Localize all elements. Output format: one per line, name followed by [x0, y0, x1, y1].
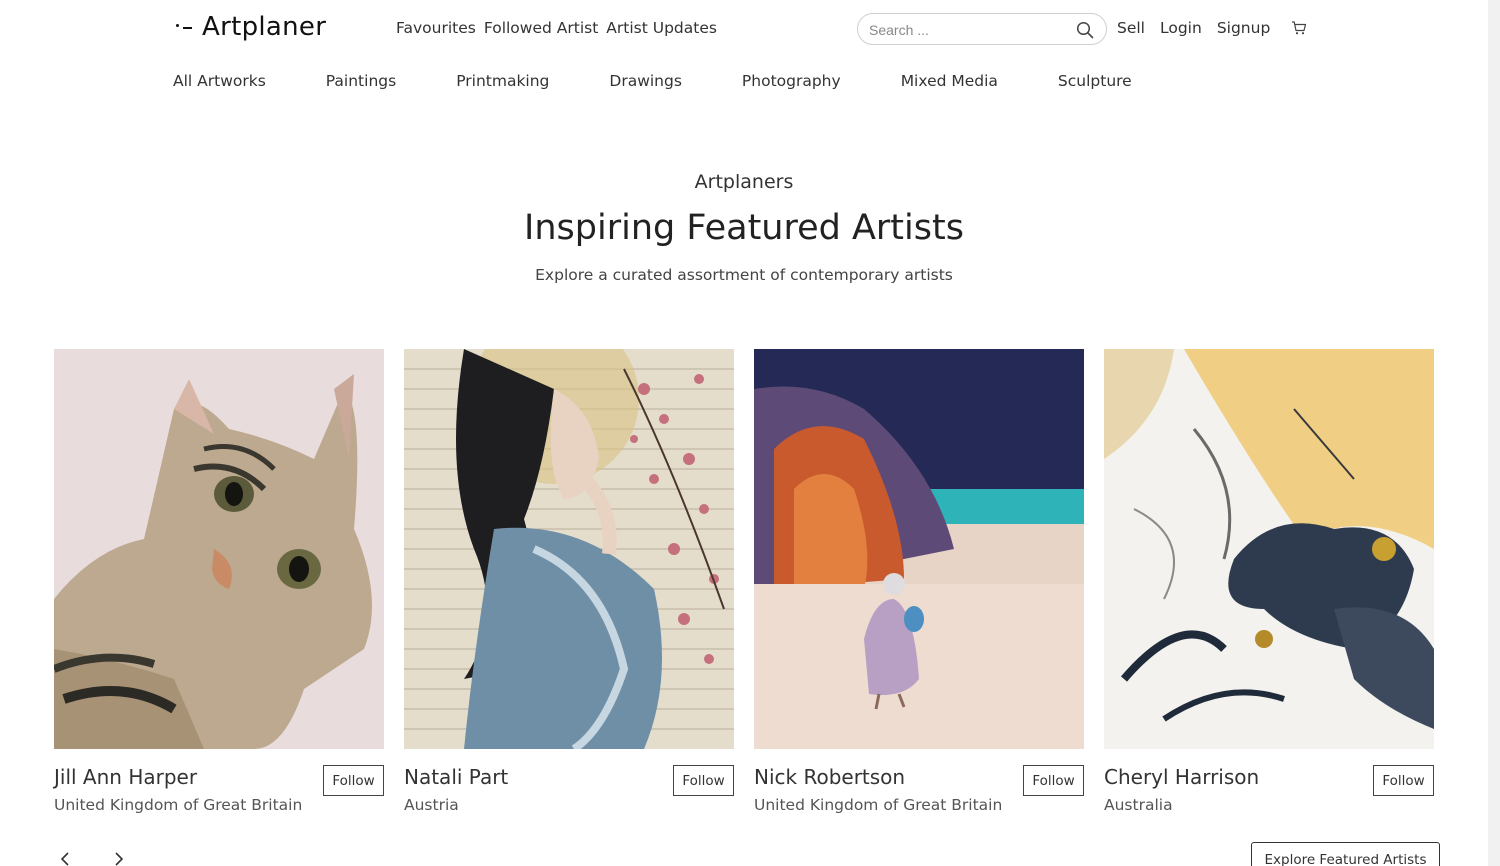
follow-button[interactable]: Follow	[1373, 765, 1434, 796]
chevron-left-icon[interactable]	[58, 852, 72, 866]
nav-artist-updates[interactable]: Artist Updates	[606, 19, 717, 37]
sell-link[interactable]: Sell	[1117, 19, 1145, 37]
category-photography[interactable]: Photography	[742, 72, 841, 90]
chevron-right-icon[interactable]	[112, 852, 126, 866]
artwork-image[interactable]	[754, 349, 1084, 749]
follow-button[interactable]: Follow	[323, 765, 384, 796]
artist-card[interactable]: Jill Ann Harper Follow United Kingdom of…	[54, 349, 384, 814]
section-subtitle: Explore a curated assortment of contempo…	[535, 266, 953, 284]
section-eyebrow: Artplaners	[694, 171, 794, 193]
category-paintings[interactable]: Paintings	[326, 72, 396, 90]
scrollbar-track[interactable]	[1488, 0, 1500, 866]
follow-button[interactable]: Follow	[673, 765, 734, 796]
artist-card[interactable]: Natali Part Follow Austria	[404, 349, 734, 814]
section-title: Inspiring Featured Artists	[524, 208, 964, 248]
artist-name[interactable]: Natali Part	[404, 765, 508, 789]
cart-icon[interactable]	[1291, 20, 1307, 36]
search-box	[857, 13, 1107, 45]
brand-logo[interactable]: Artplaner	[174, 12, 326, 42]
category-all-artworks[interactable]: All Artworks	[173, 72, 266, 90]
artwork-image[interactable]	[1104, 349, 1434, 749]
category-sculpture[interactable]: Sculpture	[1058, 72, 1132, 90]
carousel-controls	[58, 852, 126, 866]
artist-country: United Kingdom of Great Britain	[54, 796, 303, 814]
search-icon[interactable]	[1076, 21, 1094, 39]
nav-favourites[interactable]: Favourites	[396, 19, 476, 37]
artist-country: United Kingdom of Great Britain	[754, 796, 1003, 814]
artist-card[interactable]: Nick Robertson Follow United Kingdom of …	[754, 349, 1084, 814]
explore-featured-artists-button[interactable]: Explore Featured Artists	[1251, 842, 1440, 866]
category-mixed-media[interactable]: Mixed Media	[901, 72, 998, 90]
login-link[interactable]: Login	[1160, 19, 1202, 37]
category-drawings[interactable]: Drawings	[609, 72, 682, 90]
top-nav: Favourites Followed Artist Artist Update…	[396, 19, 717, 37]
nav-followed-artist[interactable]: Followed Artist	[484, 19, 598, 37]
category-printmaking[interactable]: Printmaking	[456, 72, 549, 90]
artist-country: Australia	[1104, 796, 1173, 814]
artist-name[interactable]: Jill Ann Harper	[54, 765, 197, 789]
artist-card[interactable]: Cheryl Harrison Follow Australia	[1104, 349, 1434, 814]
artist-country: Austria	[404, 796, 459, 814]
artist-name[interactable]: Cheryl Harrison	[1104, 765, 1259, 789]
brand-name: Artplaner	[202, 12, 327, 42]
artwork-image[interactable]	[54, 349, 384, 749]
search-input[interactable]	[869, 20, 1069, 40]
artist-name[interactable]: Nick Robertson	[754, 765, 905, 789]
site-header: Artplaner Favourites Followed Artist Art…	[0, 0, 1488, 60]
logo-mark-icon	[174, 12, 196, 42]
auth-nav: Sell Login Signup	[1117, 19, 1307, 37]
artwork-image[interactable]	[404, 349, 734, 749]
category-nav: All Artworks Paintings Printmaking Drawi…	[173, 72, 1192, 90]
follow-button[interactable]: Follow	[1023, 765, 1084, 796]
signup-link[interactable]: Signup	[1217, 19, 1270, 37]
